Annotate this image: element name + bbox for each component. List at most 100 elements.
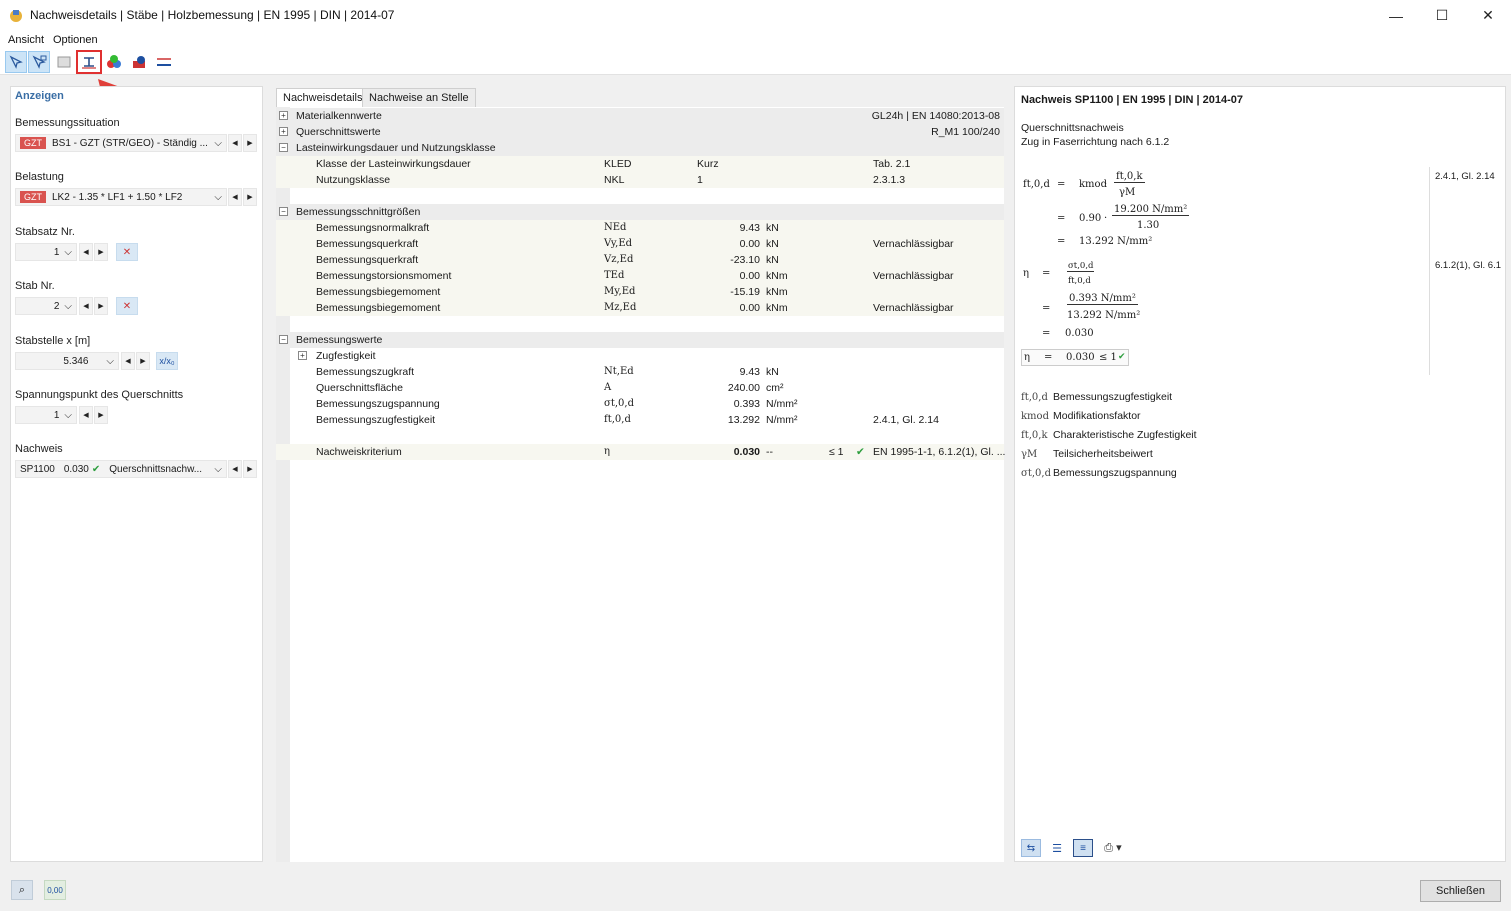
legend-description: Bemessungszugspannung [1053,467,1177,479]
eq-sign: = [1042,268,1051,279]
tab-nachweisdetails[interactable]: Nachweisdetails [276,88,370,107]
check-combo[interactable]: SP1100 0.030 ✔ Querschnittsnachw... ⌵ [15,460,227,478]
select-location-button[interactable] [28,51,50,73]
prev-member-set-button[interactable]: ◀ [79,243,93,261]
menu-bar: Ansicht Optionen [0,31,1511,49]
row-value: 0.00 [739,302,760,314]
prev-load-button[interactable]: ◀ [228,188,242,206]
load-value: LK2 - 1.35 * LF1 + 1.50 * LF2 [52,191,183,203]
row-symbol: A [604,382,612,393]
info-icon[interactable] [128,51,150,73]
list-icon[interactable]: ☰ [1047,839,1067,857]
status-bar: ⌕ 0,00 [0,870,1511,911]
formula-ref-2: 6.1.2(1), Gl. 6.1 [1435,260,1502,271]
row-bemessungswerte[interactable]: − Bemessungswerte [276,332,1004,348]
legend-symbol: ft,0,k [1021,430,1048,441]
legend-description: Charakteristische Zugfestigkeit [1053,429,1197,441]
eq-fnum: 19.200 N/mm² [1112,204,1190,216]
search-icon[interactable]: ⌕ [11,880,33,900]
menu-optionen[interactable]: Optionen [53,34,98,46]
chevron-down-icon: ⌵ [214,463,222,475]
row-value: GL24h | EN 14080:2013-08 [871,110,1000,122]
check-ratio: 0.030 [63,463,89,475]
next-stress-point-button[interactable]: ▶ [94,406,108,424]
member-combo[interactable]: 2 ⌵ [15,297,77,315]
pick-member-button[interactable]: ✕ [116,297,138,315]
row-zugfestigkeit[interactable]: + Zugfestigkeit [276,348,1004,364]
legend-item: σt,0,d Bemessungszugspannung [1021,467,1321,479]
next-situation-button[interactable]: ▶ [243,134,257,152]
relative-location-button[interactable]: x/x₀ [156,352,178,370]
eq-snum: σt,0,d [1067,261,1095,272]
eq-kmod: kmod [1079,179,1107,190]
refresh-icon[interactable]: ⇆ [1021,839,1041,857]
print-icon[interactable]: ⎙ ▾ [1099,839,1127,857]
row-label: Zugfestigkeit [316,350,376,362]
design-situation-combo[interactable]: GZT BS1 - GZT (STR/GEO) - Ständig ... ⌵ [15,134,227,152]
next-member-button[interactable]: ▶ [94,297,108,315]
prev-member-button[interactable]: ◀ [79,297,93,315]
eq-dot: · [1104,213,1108,224]
row-lasteinwirkung[interactable]: − Lasteinwirkungsdauer und Nutzungsklass… [276,140,1004,156]
table-row: Bemessungszugfestigkeit ft,0,d 13.292 N/mm²… [276,412,1004,428]
collapse-icon[interactable]: − [279,143,288,152]
row-symbol: My,Ed [604,286,636,297]
prev-check-button[interactable]: ◀ [228,460,242,478]
gzt-badge: GZT [20,191,46,203]
member-set-combo[interactable]: 1 ⌵ [15,243,77,261]
prev-situation-button[interactable]: ◀ [228,134,242,152]
section-title-anzeigen: Anzeigen [15,90,64,102]
row-value: 0.00 [739,270,760,282]
member-diagram-icon[interactable] [153,51,175,73]
table-row: Bemessungszugspannung σt,0,d 0.393 N/mm² [276,396,1004,412]
table-icon[interactable] [53,51,75,73]
stress-point-combo[interactable]: 1 ⌵ [15,406,77,424]
row-schnittgroessen[interactable]: − Bemessungsschnittgrößen [276,204,1004,220]
expand-icon[interactable]: + [279,127,288,136]
eq-sign: = [1057,236,1066,247]
table-row: Nutzungsklasse NKL 1 2.3.1.3 [276,172,1004,188]
close-button[interactable]: Schließen [1420,880,1501,902]
prev-stress-point-button[interactable]: ◀ [79,406,93,424]
next-member-set-button[interactable]: ▶ [94,243,108,261]
formula-icon[interactable]: ≡ [1073,839,1093,857]
close-window-button[interactable]: ✕ [1465,0,1511,31]
prev-location-button[interactable]: ◀ [121,352,135,370]
chevron-down-icon: ⌵ [214,191,222,203]
next-location-button[interactable]: ▶ [136,352,150,370]
eq-sden: ft,0,d [1068,276,1091,286]
row-unit: N/mm² [766,398,798,410]
chevron-down-icon: ⌵ [64,300,72,312]
menu-ansicht[interactable]: Ansicht [8,34,44,46]
location-combo[interactable]: 5.346 ⌵ [15,352,119,370]
row-unit: kN [766,366,779,378]
row-note: Vernachlässigbar [873,238,954,250]
select-member-button[interactable] [5,51,27,73]
row-unit: kNm [766,302,788,314]
tab-nachweise-an-stelle[interactable]: Nachweise an Stelle [362,88,476,107]
display-panel: Anzeigen Bemessungssituation GZT BS1 - G… [10,86,263,862]
result-colors-icon[interactable] [103,51,125,73]
label-bemessungssituation: Bemessungssituation [15,117,120,129]
next-load-button[interactable]: ▶ [243,188,257,206]
eq-eres: 0.030 [1065,328,1094,339]
legend-symbol: γM [1021,449,1038,460]
maximize-button[interactable]: ☐ [1419,0,1465,31]
load-combo[interactable]: GZT LK2 - 1.35 * LF1 + 1.50 * LF2 ⌵ [15,188,227,206]
collapse-icon[interactable]: − [279,207,288,216]
expand-icon[interactable]: + [298,351,307,360]
pick-member-set-button[interactable]: ✕ [116,243,138,261]
label-stab: Stab Nr. [15,280,55,292]
highlight-box [76,50,102,74]
row-materialkennwerte[interactable]: + Materialkennwerte GL24h | EN 14080:201… [276,108,1004,124]
next-check-button[interactable]: ▶ [243,460,257,478]
collapse-icon[interactable]: − [279,335,288,344]
expand-icon[interactable]: + [279,111,288,120]
minimize-button[interactable]: — [1373,0,1419,31]
decimals-icon[interactable]: 0,00 [44,880,66,900]
window-title: Nachweisdetails | Stäbe | Holzbemessung … [30,8,395,22]
title-bar: Nachweisdetails | Stäbe | Holzbemessung … [0,0,1511,31]
formula-toolbar: ⇆ ☰ ≡ ⎙ ▾ [1021,839,1127,857]
row-querschnittswerte[interactable]: + Querschnittswerte R_M1 100/240 [276,124,1004,140]
row-symbol: NEd [604,222,627,233]
